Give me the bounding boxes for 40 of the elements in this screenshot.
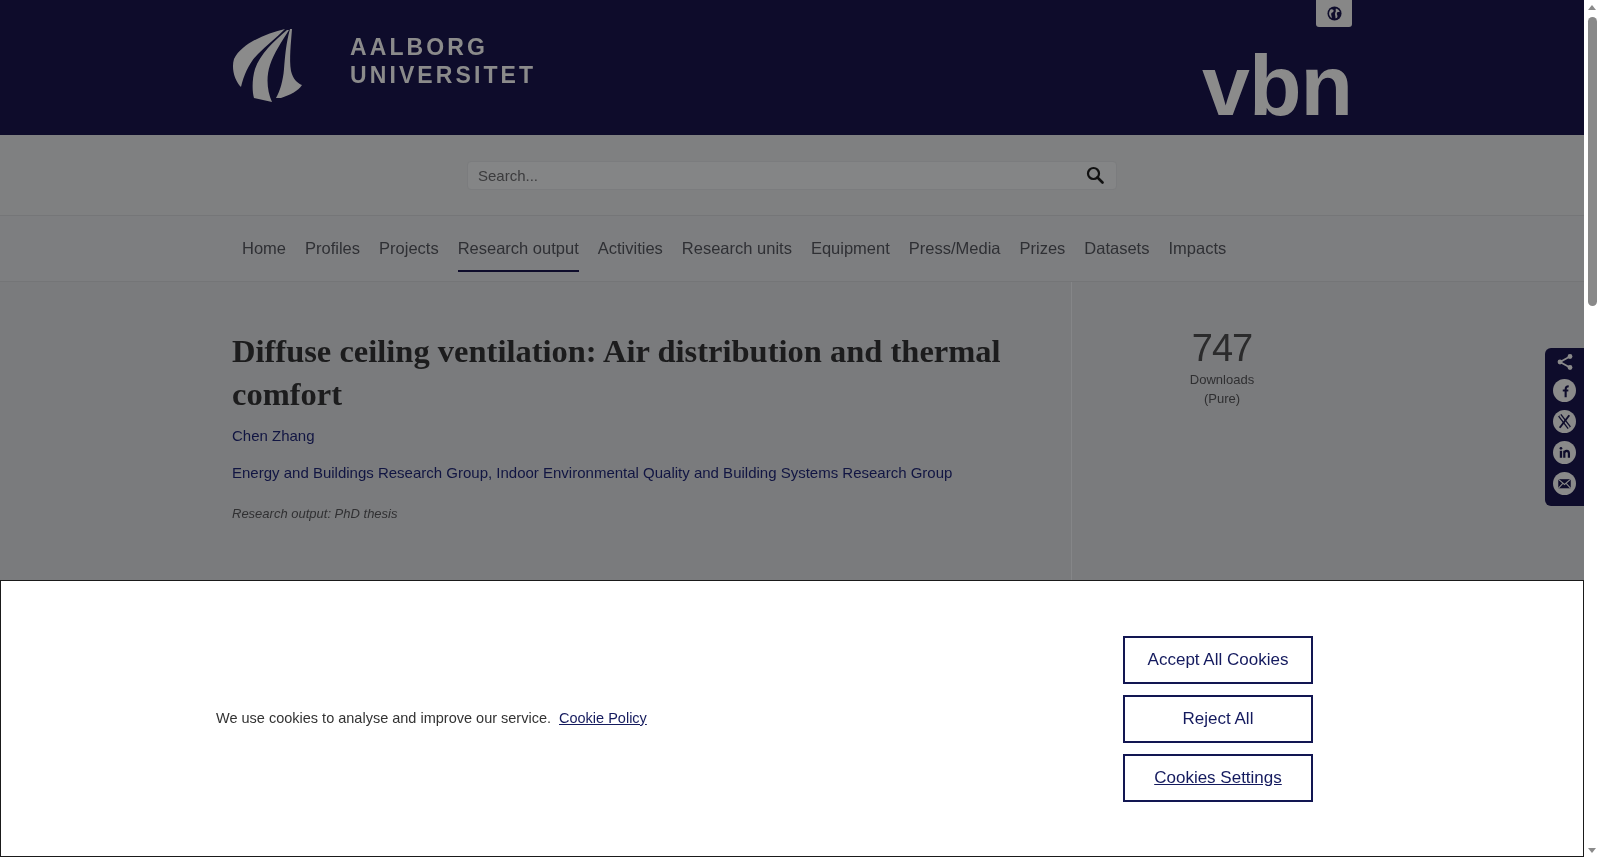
search-icon[interactable] — [1086, 165, 1104, 184]
language-button[interactable] — [1316, 0, 1352, 27]
nav-tab[interactable]: Datasets — [1084, 216, 1150, 272]
organisation-link[interactable]: Indoor Environmental Quality and Building Systems Research Group — [496, 464, 953, 481]
output-type-text: Research output: PhD thesis — [232, 505, 399, 523]
reject-all-button[interactable]: Reject All — [1123, 694, 1313, 743]
share-icon[interactable] — [1555, 353, 1574, 371]
downloads-label: Downloads (Pure) — [1188, 371, 1256, 408]
nav-tab[interactable]: Research units — [681, 216, 792, 272]
cookie-settings-button[interactable]: Cookies Settings — [1123, 753, 1313, 802]
nav-tab[interactable]: Prizes — [1019, 216, 1066, 272]
scroll-down-icon[interactable] — [1588, 848, 1596, 853]
nav-tab[interactable]: Profiles — [305, 216, 361, 272]
cookie-policy-link[interactable]: Cookie Policy — [559, 707, 647, 730]
download-count: 747 — [1191, 326, 1253, 370]
author-link[interactable]: Chen Zhang — [232, 425, 315, 447]
nav-tab[interactable]: Equipment — [810, 216, 890, 272]
scrollbar-thumb[interactable] — [1588, 17, 1597, 306]
accept-all-button[interactable]: Accept All Cookies — [1123, 635, 1313, 684]
email-icon[interactable] — [1553, 472, 1576, 495]
nav-tab[interactable]: Projects — [379, 216, 439, 272]
nav-tab[interactable]: Home — [242, 216, 286, 272]
university-wordmark[interactable]: AALBORG UNIVERSITET — [350, 33, 537, 89]
scrollbar[interactable] — [1584, 0, 1600, 857]
linkedin-icon[interactable] — [1553, 441, 1576, 464]
search-field[interactable]: Search... — [467, 160, 1117, 190]
library-wordmark[interactable]: vbn — [1202, 42, 1352, 128]
nav-tab[interactable]: Impacts — [1168, 216, 1227, 272]
scroll-up-icon[interactable] — [1588, 5, 1596, 10]
facebook-icon[interactable] — [1553, 379, 1576, 402]
cookie-message: We use cookies to analyse and improve our service. — [216, 708, 551, 728]
nav-tab[interactable]: Activities — [597, 216, 663, 272]
organisation-link[interactable]: Energy and Buildings Research Group — [232, 464, 488, 481]
x-logo-icon[interactable] — [1553, 410, 1576, 433]
affiliations-text: Energy and Buildings Research Group, Indoor Environmental Quality and Building Systems Research Group — [232, 463, 954, 483]
stripes-logo-icon[interactable] — [232, 29, 302, 102]
globe-icon — [1326, 6, 1342, 21]
nav-tab[interactable]: Research output — [457, 216, 579, 272]
nav-tab[interactable]: Press/Media — [908, 216, 1001, 272]
publication-title: Diffuse ceiling ventilation: Air distribution and thermal comfort — [232, 332, 1002, 414]
